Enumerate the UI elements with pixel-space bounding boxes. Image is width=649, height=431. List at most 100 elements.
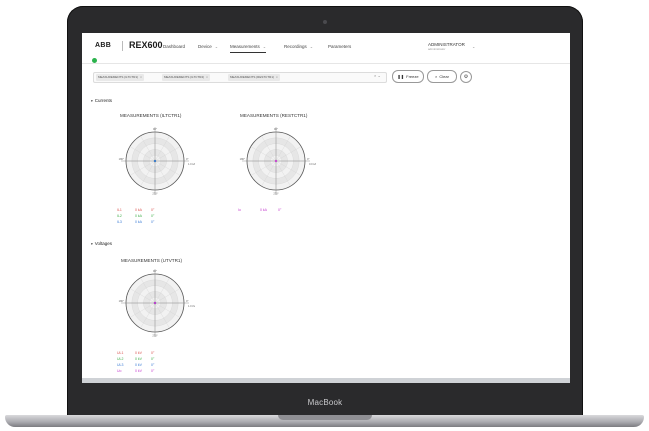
nav-label: Parameters	[328, 44, 352, 49]
chevron-down-icon[interactable]: ⌄	[377, 73, 380, 78]
legend-row: Uo 0 kV 0°	[117, 369, 154, 373]
chip-label: MEASUREMENTS (RESTCTR1)	[230, 75, 275, 79]
laptop-chin: MacBook	[75, 392, 575, 410]
bottom-scrollbar[interactable]	[82, 378, 570, 383]
phase-angle: 0°	[151, 220, 155, 224]
phase-value: 0 kV	[135, 351, 143, 355]
axis-label-right: 0°	[307, 157, 309, 161]
nav-label: Recordings	[284, 44, 307, 49]
selected-chip[interactable]: MEASUREMENTS (ILTCTR2) ×	[162, 74, 210, 81]
laptop-brand-label: MacBook	[307, 398, 343, 407]
section-title: Voltages	[94, 241, 113, 246]
company-logo: ABB	[95, 42, 112, 49]
legend-row: IL3 0 kA 0°	[117, 220, 154, 224]
legend-row: UL3 0 kV 0°	[117, 363, 154, 367]
phase-name: UL3	[117, 363, 124, 367]
close-icon[interactable]: ×	[140, 75, 142, 79]
measurement-selector[interactable]: MEASUREMENTS (ILTCTR1) × MEASUREMENTS (IL…	[93, 72, 387, 83]
phase-name: UL2	[117, 357, 124, 361]
phase-value: 0 kV	[135, 369, 143, 373]
scale-label: 1.0 kA	[188, 162, 195, 166]
close-icon[interactable]: ×	[276, 75, 278, 79]
user-role: administrator	[428, 47, 446, 51]
phase-angle: 0°	[151, 208, 155, 212]
nav-device[interactable]: Device ⌄	[198, 44, 218, 49]
phase-value: 0 kA	[260, 208, 268, 212]
close-icon[interactable]: ×	[374, 73, 376, 78]
chevron-down-icon[interactable]: ⌄	[472, 44, 475, 49]
section-currents[interactable]: ▾ Currents	[91, 98, 112, 103]
section-voltages[interactable]: ▾ Voltages	[91, 241, 112, 246]
phase-value: 0 kV	[135, 357, 143, 361]
axis-label-bottom: 270°	[152, 334, 157, 338]
axis-label-top: 90°	[153, 127, 157, 131]
close-icon: ×	[435, 74, 438, 79]
axis-label-top: 90°	[274, 127, 278, 131]
selected-chip[interactable]: MEASUREMENTS (RESTCTR1) ×	[228, 74, 280, 81]
scale-label: 1.0 kV	[188, 304, 195, 308]
chevron-down-icon: ⌄	[214, 44, 219, 49]
phasor-point	[153, 159, 157, 163]
freeze-button[interactable]: ❚❚ Freeze	[392, 70, 424, 83]
phase-angle: 0°	[151, 351, 155, 355]
clear-button[interactable]: × Clear	[427, 70, 457, 83]
phase-angle: 0°	[151, 357, 155, 361]
app-header: ABB REX600 Dashboard Device ⌄ Measurement…	[82, 33, 570, 64]
chip-label: MEASUREMENTS (ILTCTR1)	[98, 75, 139, 79]
product-title[interactable]: REX600	[129, 40, 163, 50]
phase-value: 0 kA	[135, 214, 143, 218]
camera-icon	[323, 20, 327, 24]
legend-row: IL2 0 kA 0°	[117, 214, 154, 218]
chart-title: MEASUREMENTS (ILTCTR1)	[120, 113, 182, 118]
nav-measurements[interactable]: Measurements ⌄	[230, 44, 267, 53]
phasor-point	[274, 159, 278, 163]
pause-icon: ❚❚	[397, 74, 405, 79]
close-icon[interactable]: ×	[206, 75, 208, 79]
phasor-diagram: 90° 270° 180° 0° 0.0 kA	[236, 121, 317, 201]
axis-label-left: 180°	[119, 299, 124, 303]
selector-controls: × ⌄	[374, 73, 381, 78]
axis-label-left: 180°	[119, 157, 124, 161]
section-title: Currents	[94, 98, 113, 103]
axis-label-top: 90°	[153, 269, 157, 273]
chip-label: MEASUREMENTS (ILTCTR2)	[164, 75, 205, 79]
phasor-svg: 90° 270° 180° 0°1.0 kA	[119, 127, 196, 196]
legend-row: Io 0 kA 0°	[238, 208, 281, 212]
axis-label-left: 180°	[240, 157, 245, 161]
axis-label-bottom: 270°	[273, 192, 278, 196]
nav-recordings[interactable]: Recordings ⌄	[284, 44, 313, 49]
phase-value: 0 kA	[135, 220, 143, 224]
phase-value: 0 kV	[135, 363, 143, 367]
legend-row: UL2 0 kV 0°	[117, 357, 154, 361]
chevron-down-icon: ⌄	[262, 44, 267, 49]
status-indicator	[92, 58, 97, 63]
gear-icon[interactable]: ⚙	[460, 71, 472, 83]
clear-label: Clear	[439, 74, 449, 79]
scale-label: 0.0 kA	[309, 162, 316, 166]
chevron-down-icon: ⌄	[309, 44, 314, 49]
nav-parameters[interactable]: Parameters	[328, 44, 351, 49]
axis-label-right: 0°	[186, 299, 188, 303]
phase-angle: 0°	[151, 214, 155, 218]
phase-angle: 0°	[151, 363, 155, 367]
phase-name: Io	[238, 208, 241, 212]
app-screen: ABB REX600 Dashboard Device ⌄ Measurement…	[82, 33, 570, 383]
legend-row: UL1 0 kV 0°	[117, 351, 154, 355]
phasor-svg: 90° 270° 180° 0°1.0 kV	[119, 269, 196, 338]
phase-angle: 0°	[151, 369, 155, 373]
nav-label: Measurements	[230, 44, 260, 49]
phasor-svg: 90° 270° 180° 0°0.0 kA	[240, 127, 317, 196]
nav-dashboard[interactable]: Dashboard	[163, 44, 185, 49]
nav-label: Dashboard	[163, 44, 186, 49]
selected-chip[interactable]: MEASUREMENTS (ILTCTR1) ×	[96, 74, 144, 81]
phase-name: UL1	[117, 351, 124, 355]
chart-title: MEASUREMENTS (RESTCTR1)	[240, 113, 308, 118]
phase-name: IL2	[117, 214, 122, 218]
phase-name: IL1	[117, 208, 122, 212]
legend-row: IL1 0 kA 0°	[117, 208, 154, 212]
laptop-notch	[278, 415, 372, 420]
phase-name: Uo	[117, 369, 122, 373]
nav-label: Device	[198, 44, 212, 49]
phasor-diagram: 90° 270° 180° 0° 1.0 kV	[115, 263, 196, 343]
chevron-down-icon: ▾	[91, 99, 93, 103]
